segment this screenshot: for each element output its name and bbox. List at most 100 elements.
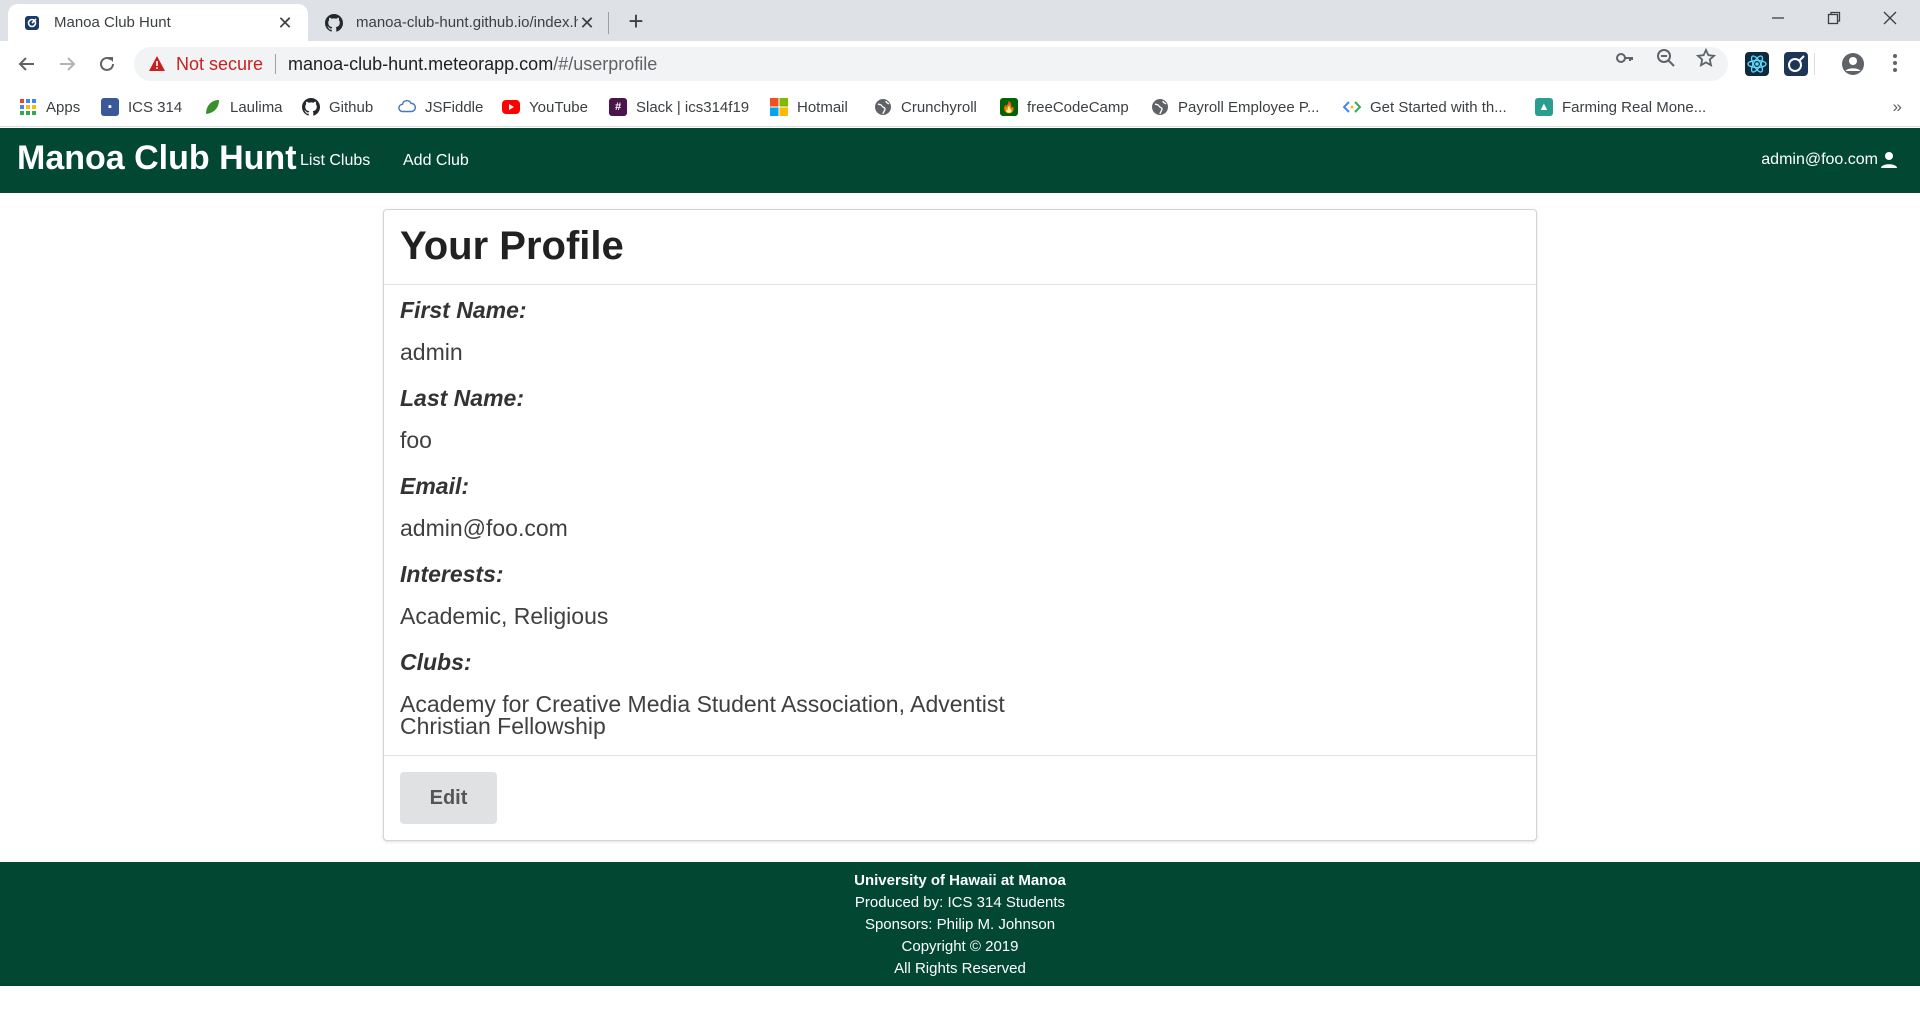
globe-icon xyxy=(874,98,892,116)
bookmark-payroll[interactable]: Payroll Employee P... xyxy=(1151,95,1319,119)
email-label: Email: xyxy=(400,473,470,499)
card-footer: Edit xyxy=(384,755,1536,841)
ics-icon: ▪ xyxy=(101,98,119,116)
bookmark-ics314[interactable]: ▪ ICS 314 xyxy=(101,95,182,119)
tab-divider xyxy=(608,12,609,34)
bookmark-label: Payroll Employee P... xyxy=(1178,98,1320,116)
bookmark-label: JSFiddle xyxy=(425,98,484,116)
browser-toolbar: Not secure manoa-club-hunt.meteorapp.com… xyxy=(0,41,1920,87)
tab-title: Manoa Club Hunt xyxy=(54,14,171,31)
laulima-leaf-icon xyxy=(203,98,221,116)
bookmark-label: Slack | ics314f19 xyxy=(636,98,750,116)
url-path: /#/userprofile xyxy=(553,53,658,74)
tab-manoa-club-hunt[interactable]: Manoa Club Hunt ✕ xyxy=(8,4,308,41)
profile-avatar-icon[interactable] xyxy=(1841,52,1865,76)
bookmark-label: Laulima xyxy=(230,98,283,116)
bookmark-label: ICS 314 xyxy=(128,98,183,116)
youtube-icon xyxy=(502,98,520,116)
forward-icon[interactable] xyxy=(52,49,82,79)
github-icon xyxy=(302,98,320,116)
slack-icon: # xyxy=(609,98,627,116)
last-name-value: foo xyxy=(400,427,432,453)
meteor-favicon-icon xyxy=(22,13,42,33)
warning-icon xyxy=(149,56,165,71)
apps-grid-icon xyxy=(19,98,37,116)
github-favicon-icon xyxy=(324,13,344,33)
zoom-icon[interactable] xyxy=(1655,47,1677,69)
page-title: Your Profile xyxy=(400,224,624,268)
globe-icon xyxy=(1151,98,1169,116)
interests-value: Academic, Religious xyxy=(400,603,609,629)
bookmark-hotmail[interactable]: Hotmail xyxy=(770,95,848,119)
url-host: manoa-club-hunt.meteorapp.com xyxy=(288,53,554,74)
profile-card: Your Profile First Name: admin Last Name… xyxy=(383,209,1537,841)
bookmark-laulima[interactable]: Laulima xyxy=(203,95,283,119)
code-icon xyxy=(1343,98,1361,116)
bookmark-get-started[interactable]: Get Started with th... xyxy=(1343,95,1507,119)
minimize-icon[interactable] xyxy=(1750,0,1806,36)
window-close-icon[interactable] xyxy=(1862,0,1918,36)
brand-logo[interactable]: Manoa Club Hunt xyxy=(17,139,297,178)
nav-list-clubs[interactable]: List Clubs xyxy=(300,152,370,170)
key-icon[interactable] xyxy=(1614,47,1636,69)
footer-sponsors: Sponsors: Philip M. Johnson xyxy=(864,916,1056,933)
edit-button[interactable]: Edit xyxy=(400,772,497,824)
bookmark-label: Farming Real Mone... xyxy=(1562,98,1707,116)
tab-github-io[interactable]: manoa-club-hunt.github.io/index.html ✕ xyxy=(310,4,610,41)
cloud-icon xyxy=(398,98,416,116)
microsoft-icon xyxy=(770,98,788,116)
page-footer: University of Hawaii at Manoa Produced b… xyxy=(0,862,1920,986)
bookmark-farming[interactable]: ▲ Farming Real Mone... xyxy=(1535,95,1706,119)
bookmark-label: Apps xyxy=(46,98,81,116)
tab-title: manoa-club-hunt.github.io/index.html xyxy=(356,14,578,31)
tab-close-icon[interactable]: ✕ xyxy=(276,14,294,32)
address-bar[interactable]: Not secure manoa-club-hunt.meteorapp.com… xyxy=(134,47,1728,81)
app-navbar: Manoa Club Hunt List Clubs Add Club admi… xyxy=(0,128,1920,193)
nav-add-club[interactable]: Add Club xyxy=(403,152,469,170)
footer-copyright: Copyright © 2019 xyxy=(901,938,1019,955)
bookmark-star-icon[interactable] xyxy=(1695,47,1717,69)
tab-strip: Manoa Club Hunt ✕ manoa-club-hunt.github… xyxy=(0,0,1920,41)
interests-label: Interests: xyxy=(400,561,504,587)
bookmark-label: Github xyxy=(329,98,374,116)
fcc-icon: 🔥 xyxy=(1000,98,1018,116)
footer-rights: All Rights Reserved xyxy=(894,960,1026,977)
back-icon[interactable] xyxy=(12,49,42,79)
last-name-label: Last Name: xyxy=(400,385,524,411)
bookmark-label: freeCodeCamp xyxy=(1027,98,1129,116)
bookmark-youtube[interactable]: YouTube xyxy=(502,95,588,119)
restore-icon[interactable] xyxy=(1806,0,1862,36)
bookmark-label: Crunchyroll xyxy=(901,98,977,116)
bookmark-jsfiddle[interactable]: JSFiddle xyxy=(398,95,483,119)
bookmark-crunchyroll[interactable]: Crunchyroll xyxy=(874,95,977,119)
tab-close-icon[interactable]: ✕ xyxy=(578,14,596,32)
bookmarks-overflow-icon[interactable]: » xyxy=(1893,97,1902,117)
bookmark-slack[interactable]: # Slack | ics314f19 xyxy=(609,95,749,119)
user-icon xyxy=(1881,152,1897,168)
reload-icon[interactable] xyxy=(92,49,122,79)
bookmark-label: Get Started with th... xyxy=(1370,98,1507,116)
first-name-label: First Name: xyxy=(400,297,527,323)
clubs-value: Academy for Creative Media Student Assoc… xyxy=(400,691,1005,739)
user-menu[interactable]: admin@foo.com xyxy=(1761,151,1898,169)
bookmark-label: YouTube xyxy=(529,98,588,116)
bookmark-label: Hotmail xyxy=(797,98,848,116)
bookmark-github[interactable]: Github xyxy=(302,95,373,119)
react-devtools-icon[interactable] xyxy=(1745,52,1769,76)
user-email: admin@foo.com xyxy=(1761,151,1878,168)
bookmark-apps[interactable]: Apps xyxy=(19,95,80,119)
footer-produced-by: Produced by: ICS 314 Students xyxy=(854,894,1066,911)
bookmarks-bar: Apps ▪ ICS 314 Laulima Github JSFiddle Y… xyxy=(0,87,1920,127)
card-header: Your Profile xyxy=(384,210,1536,285)
not-secure-label[interactable]: Not secure xyxy=(176,54,263,75)
bookmark-freecodecamp[interactable]: 🔥 freeCodeCamp xyxy=(1000,95,1129,119)
toolbar-divider xyxy=(1814,53,1815,75)
first-name-value: admin xyxy=(400,339,463,365)
clubs-label: Clubs: xyxy=(400,649,472,675)
menu-dots-icon[interactable] xyxy=(1884,52,1906,74)
footer-university: University of Hawaii at Manoa xyxy=(854,872,1066,889)
extension-icon[interactable] xyxy=(1784,52,1808,76)
address-divider xyxy=(275,54,277,74)
new-tab-icon[interactable]: + xyxy=(622,7,650,35)
email-value: admin@foo.com xyxy=(400,515,568,541)
